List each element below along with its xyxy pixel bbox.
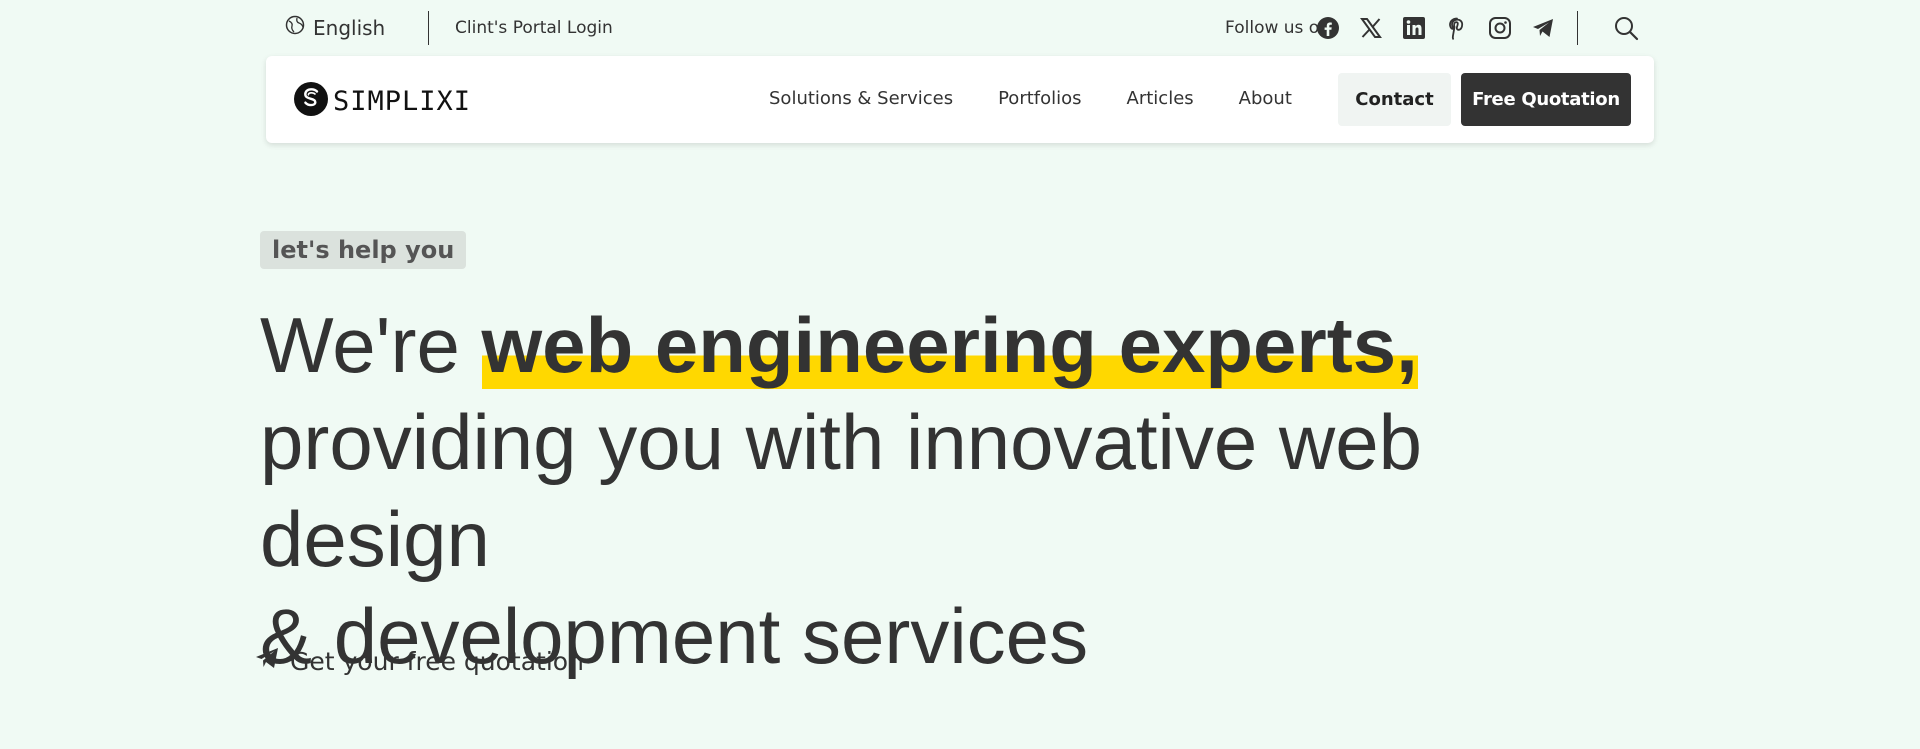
search-icon[interactable] (1612, 14, 1640, 42)
language-label: English (313, 15, 386, 40)
contact-button[interactable]: Contact (1338, 73, 1451, 126)
logo-mark-icon (293, 80, 329, 122)
headline-line-1: We're web engineering experts, (260, 297, 1660, 394)
free-quotation-cta[interactable]: Get your free quotation (254, 646, 584, 676)
divider (428, 11, 429, 45)
linkedin-icon[interactable] (1400, 14, 1427, 41)
divider (1577, 11, 1578, 45)
client-portal-link[interactable]: Clint's Portal Login (455, 18, 613, 38)
menu-item-articles[interactable]: Articles (1127, 88, 1194, 109)
hero-headline: We're web engineering experts, providing… (260, 297, 1660, 685)
top-bar: English Clint's Portal Login Follow us o… (285, 10, 1650, 46)
menu-item-about[interactable]: About (1239, 88, 1292, 109)
x-icon[interactable] (1357, 14, 1384, 41)
cta-label: Get your free quotation (290, 646, 584, 676)
globe-icon (285, 15, 305, 40)
logo[interactable]: SIMPLIXI (293, 80, 471, 122)
menu-item-solutions[interactable]: Solutions & Services (769, 88, 953, 109)
hero-tag: let's help you (260, 231, 467, 269)
social-links (1314, 14, 1556, 41)
main-navbar: SIMPLIXI Solutions & Services Portfolios… (266, 56, 1654, 143)
pinterest-icon[interactable] (1443, 14, 1470, 41)
telegram-icon[interactable] (1529, 14, 1556, 41)
headline-prefix: We're (260, 301, 482, 389)
logo-text: SIMPLIXI (333, 85, 472, 117)
facebook-icon[interactable] (1314, 14, 1341, 41)
headline-line-2: providing you with innovative web design (260, 398, 1423, 583)
main-menu: Solutions & Services Portfolios Articles… (769, 88, 1292, 109)
menu-item-portfolios[interactable]: Portfolios (998, 88, 1081, 109)
telegram-icon (254, 646, 280, 676)
headline-highlight: web engineering experts, (481, 301, 1418, 389)
instagram-icon[interactable] (1486, 14, 1513, 41)
language-selector[interactable]: English (285, 15, 385, 40)
free-quotation-button[interactable]: Free Quotation (1461, 73, 1631, 126)
